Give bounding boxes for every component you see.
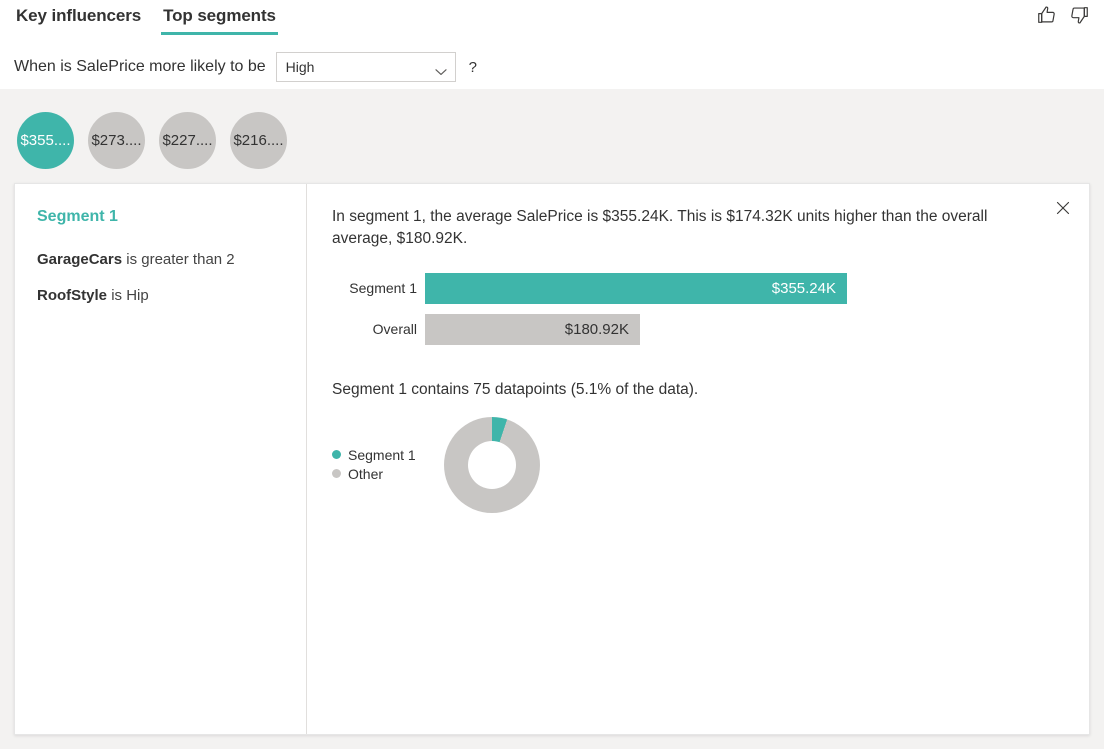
segment-bubble-2-label: $273.... (91, 132, 142, 149)
segment-summary-pane: Segment 1 GarageCars is greater than 2 R… (15, 184, 307, 734)
segment-bubble-1[interactable]: $355.... (17, 112, 74, 169)
thumbs-up-icon[interactable] (1036, 4, 1058, 26)
feedback-controls (1036, 4, 1090, 26)
segment-detail-pane: In segment 1, the average SalePrice is $… (307, 184, 1089, 734)
bar-row-segment: Segment 1 $355.24K (332, 272, 1063, 304)
bar-overall[interactable]: $180.92K (425, 313, 640, 345)
target-value-dropdown-value: High (285, 59, 315, 75)
average-comparison-bar-chart: Segment 1 $355.24K Overall $180.92K (332, 272, 1063, 345)
datapoints-summary: Segment 1 contains 75 datapoints (5.1% o… (332, 380, 699, 398)
segment-bubble-2[interactable]: $273.... (88, 112, 145, 169)
donut-legend: Segment 1 Other (332, 447, 444, 485)
close-icon[interactable] (1051, 196, 1075, 220)
donut-chart[interactable] (444, 416, 540, 513)
donut-center-hole (468, 440, 516, 489)
segment-title: Segment 1 (37, 208, 118, 225)
segment-bubble-list: $355.... $273.... $227.... $216.... (17, 112, 287, 169)
question-row: When is SalePrice more likely to be High… (14, 52, 477, 82)
segment-rule-2: RoofStyle is Hip (37, 286, 286, 306)
segment-bubble-4[interactable]: $216.... (230, 112, 287, 169)
donut-legend-item-segment[interactable]: Segment 1 (332, 447, 444, 463)
chevron-down-icon (435, 63, 447, 75)
segment-bubble-strip: $355.... $273.... $227.... $216.... (0, 88, 1104, 183)
tab-key-influencers[interactable]: Key influencers (14, 4, 143, 35)
target-value-dropdown[interactable]: High (275, 52, 456, 82)
thumbs-down-icon[interactable] (1068, 4, 1090, 26)
tab-top-segments[interactable]: Top segments (161, 4, 278, 35)
tab-top-segments-label: Top segments (163, 6, 276, 25)
bar-segment-value: $355.24K (771, 279, 836, 297)
bar-label-overall: Overall (372, 321, 417, 338)
tab-strip: Key influencers Top segments (14, 4, 278, 35)
segment-description: In segment 1, the average SalePrice is $… (332, 208, 988, 248)
segment-bubble-4-label: $216.... (233, 132, 284, 149)
bar-overall-value: $180.92K (564, 320, 629, 338)
bar-segment[interactable]: $355.24K (425, 272, 847, 304)
segment-detail-card: Segment 1 GarageCars is greater than 2 R… (14, 183, 1090, 735)
segment-rule-2-condition: is Hip (111, 287, 149, 305)
segment-bubble-3-label: $227.... (162, 132, 213, 149)
donut-legend-item-other[interactable]: Other (332, 466, 444, 482)
legend-label-segment: Segment 1 (348, 446, 416, 463)
segment-bubble-3[interactable]: $227.... (159, 112, 216, 169)
bar-label-segment: Segment 1 (349, 280, 417, 297)
segment-rule-1-condition: is greater than 2 (126, 251, 235, 268)
segment-rule-1-field: GarageCars (37, 251, 123, 268)
legend-dot-segment (332, 450, 341, 460)
legend-label-other: Other (348, 465, 384, 482)
help-question-mark[interactable]: ? (469, 59, 477, 76)
legend-dot-other (332, 469, 341, 479)
segment-rule-2-field: RoofStyle (37, 287, 108, 305)
segment-bubble-1-label: $355.... (20, 132, 71, 149)
visual-header: Key influencers Top segments When is Sal… (0, 0, 1104, 88)
segment-rule-1: GarageCars is greater than 2 (37, 250, 286, 270)
datapoint-share-donut-chart: Segment 1 Other (332, 416, 1063, 513)
question-label: When is SalePrice more likely to be (14, 58, 266, 75)
tab-key-influencers-label: Key influencers (16, 6, 142, 25)
bar-row-overall: Overall $180.92K (332, 313, 1063, 345)
